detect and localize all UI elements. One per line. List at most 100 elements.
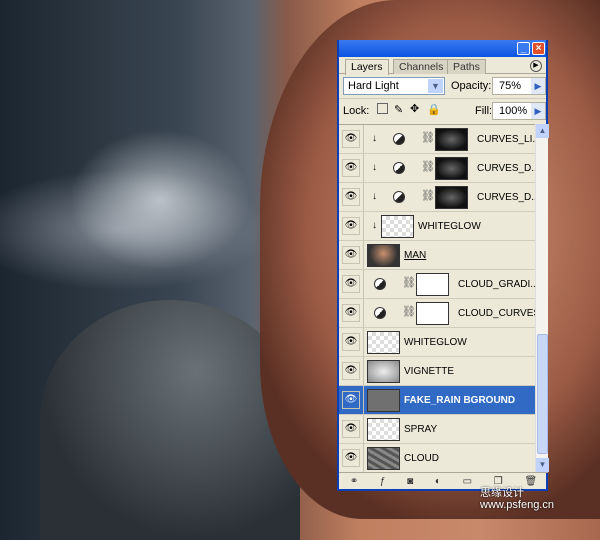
adjustment-icon (393, 133, 405, 145)
divider (363, 212, 364, 240)
clip-arrow-icon: ↓ (372, 133, 377, 144)
opacity-field[interactable]: 75% ▶ (492, 77, 546, 95)
blend-mode-select[interactable]: Hard Light ▼ (343, 77, 445, 95)
new-group-icon[interactable]: ▭ (463, 476, 472, 487)
layer-row[interactable]: 👁 WHITEGLOW (339, 328, 535, 357)
chevron-down-icon: ▼ (428, 79, 443, 93)
fill-value: 100% (499, 105, 528, 117)
eye-icon[interactable]: 👁 (342, 449, 360, 467)
divider (363, 357, 364, 385)
divider (363, 444, 364, 472)
adjustment-icon (393, 162, 405, 174)
layer-row[interactable]: 👁 ⛓ CLOUD_GRADI... (339, 270, 535, 299)
layer-row[interactable]: 👁 ⛓ CLOUD_CURVES (339, 299, 535, 328)
layer-name: CLOUD_CURVES (458, 308, 535, 319)
scrollbar[interactable]: ▲ ▼ (535, 124, 549, 472)
clip-arrow-icon: ↓ (372, 162, 377, 173)
blend-mode-value: Hard Light (348, 80, 399, 92)
layers-list: 👁 ↓ ⛓ CURVES_LI... 👁 ↓ ⛓ CURVES_D... 👁 ↓ ⛓ CURVES_D… (339, 124, 535, 472)
layer-thumbnail[interactable] (367, 389, 400, 412)
scroll-down-button[interactable]: ▼ (536, 458, 549, 472)
tab-channels[interactable]: Channels (393, 59, 450, 74)
lock-transparency-icon[interactable] (377, 103, 388, 114)
divider (363, 299, 364, 327)
layer-row[interactable]: 👁 ↓ ⛓ CURVES_LI... (339, 125, 535, 154)
mask-thumbnail[interactable] (435, 128, 468, 151)
minimize-button[interactable]: _ (517, 42, 530, 55)
lock-brush-icon[interactable]: ✎ (394, 103, 403, 116)
chain-link-icon[interactable]: ⛓ (421, 131, 435, 144)
fill-label: Fill: (475, 105, 493, 117)
layer-thumbnail[interactable] (367, 447, 400, 470)
eye-icon[interactable]: 👁 (342, 362, 360, 380)
layer-thumbnail[interactable] (367, 418, 400, 441)
eye-icon[interactable]: 👁 (342, 130, 360, 148)
opacity-arrow-icon[interactable]: ▶ (531, 78, 545, 94)
layer-name: CURVES_D... (477, 163, 535, 174)
layer-name: WHITEGLOW (418, 221, 481, 232)
layer-name: WHITEGLOW (404, 337, 467, 348)
tab-layers[interactable]: Layers (345, 59, 389, 75)
trash-icon[interactable]: 🗑 (524, 476, 537, 487)
panel-menu-icon[interactable]: ▶ (530, 60, 542, 72)
link-layers-icon[interactable]: ⚭ (350, 476, 358, 487)
eye-icon[interactable]: 👁 (342, 217, 360, 235)
eye-icon[interactable]: 👁 (342, 159, 360, 177)
fill-field[interactable]: 100% ▶ (492, 102, 546, 120)
clip-arrow-icon: ↓ (372, 220, 377, 231)
layer-name: CURVES_LI... (477, 134, 535, 145)
layer-row[interactable]: 👁 CLOUD (339, 444, 535, 472)
layer-name: CLOUD (404, 453, 440, 464)
close-button[interactable]: × (532, 42, 545, 55)
mask-thumbnail[interactable] (435, 157, 468, 180)
chain-link-icon[interactable]: ⛓ (402, 276, 416, 289)
chain-link-icon[interactable]: ⛓ (402, 305, 416, 318)
divider (363, 328, 364, 356)
layer-thumbnail[interactable] (381, 215, 414, 238)
tab-paths[interactable]: Paths (447, 59, 486, 74)
layer-style-icon[interactable]: ƒ (380, 476, 386, 487)
watermark: 思缘设计 www.psfeng.cn (480, 487, 554, 511)
layer-row[interactable]: 👁 SPRAY (339, 415, 535, 444)
layer-thumbnail[interactable] (367, 360, 400, 383)
adjustment-icon (374, 278, 386, 290)
adjustment-icon (374, 307, 386, 319)
layer-row[interactable]: 👁 VIGNETTE (339, 357, 535, 386)
eye-icon[interactable]: 👁 (342, 304, 360, 322)
chain-link-icon[interactable]: ⛓ (421, 160, 435, 173)
panel-titlebar[interactable]: _ × (339, 40, 546, 57)
scroll-thumb[interactable] (537, 334, 548, 454)
divider (363, 386, 364, 414)
new-layer-icon[interactable]: ❐ (494, 476, 503, 487)
layer-row[interactable]: 👁 ↓ WHITEGLOW (339, 212, 535, 241)
adjustment-layer-icon[interactable]: ◐ (435, 476, 441, 487)
eye-icon[interactable]: 👁 (342, 420, 360, 438)
add-mask-icon[interactable]: ◙ (407, 476, 413, 487)
eye-icon[interactable]: 👁 (342, 333, 360, 351)
eye-icon[interactable]: 👁 (342, 391, 360, 409)
layer-thumbnail[interactable] (367, 244, 400, 267)
lock-label: Lock: (343, 105, 370, 117)
mask-thumbnail[interactable] (416, 273, 449, 296)
layer-name: FAKE_RAIN BGROUND (404, 395, 516, 406)
layer-row[interactable]: 👁 FAKE_RAIN BGROUND (339, 386, 535, 415)
scroll-up-button[interactable]: ▲ (536, 124, 549, 138)
layer-row[interactable]: 👁 MAN (339, 241, 535, 270)
layer-name: CURVES_D... (477, 192, 535, 203)
opacity-label: Opacity: (451, 80, 492, 92)
divider (363, 154, 364, 182)
mask-thumbnail[interactable] (416, 302, 449, 325)
eye-icon[interactable]: 👁 (342, 188, 360, 206)
lock-all-icon[interactable]: 🔒 (427, 103, 441, 116)
eye-icon[interactable]: 👁 (342, 275, 360, 293)
layer-thumbnail[interactable] (367, 331, 400, 354)
fill-arrow-icon[interactable]: ▶ (531, 103, 545, 119)
mask-thumbnail[interactable] (435, 186, 468, 209)
layer-name: CLOUD_GRADI... (458, 279, 535, 290)
chain-link-icon[interactable]: ⛓ (421, 189, 435, 202)
layer-row[interactable]: 👁 ↓ ⛓ CURVES_D... (339, 183, 535, 212)
lock-move-icon[interactable]: ✥ (410, 102, 419, 115)
eye-icon[interactable]: 👁 (342, 246, 360, 264)
layer-name: VIGNETTE (404, 366, 455, 377)
layer-row[interactable]: 👁 ↓ ⛓ CURVES_D... (339, 154, 535, 183)
